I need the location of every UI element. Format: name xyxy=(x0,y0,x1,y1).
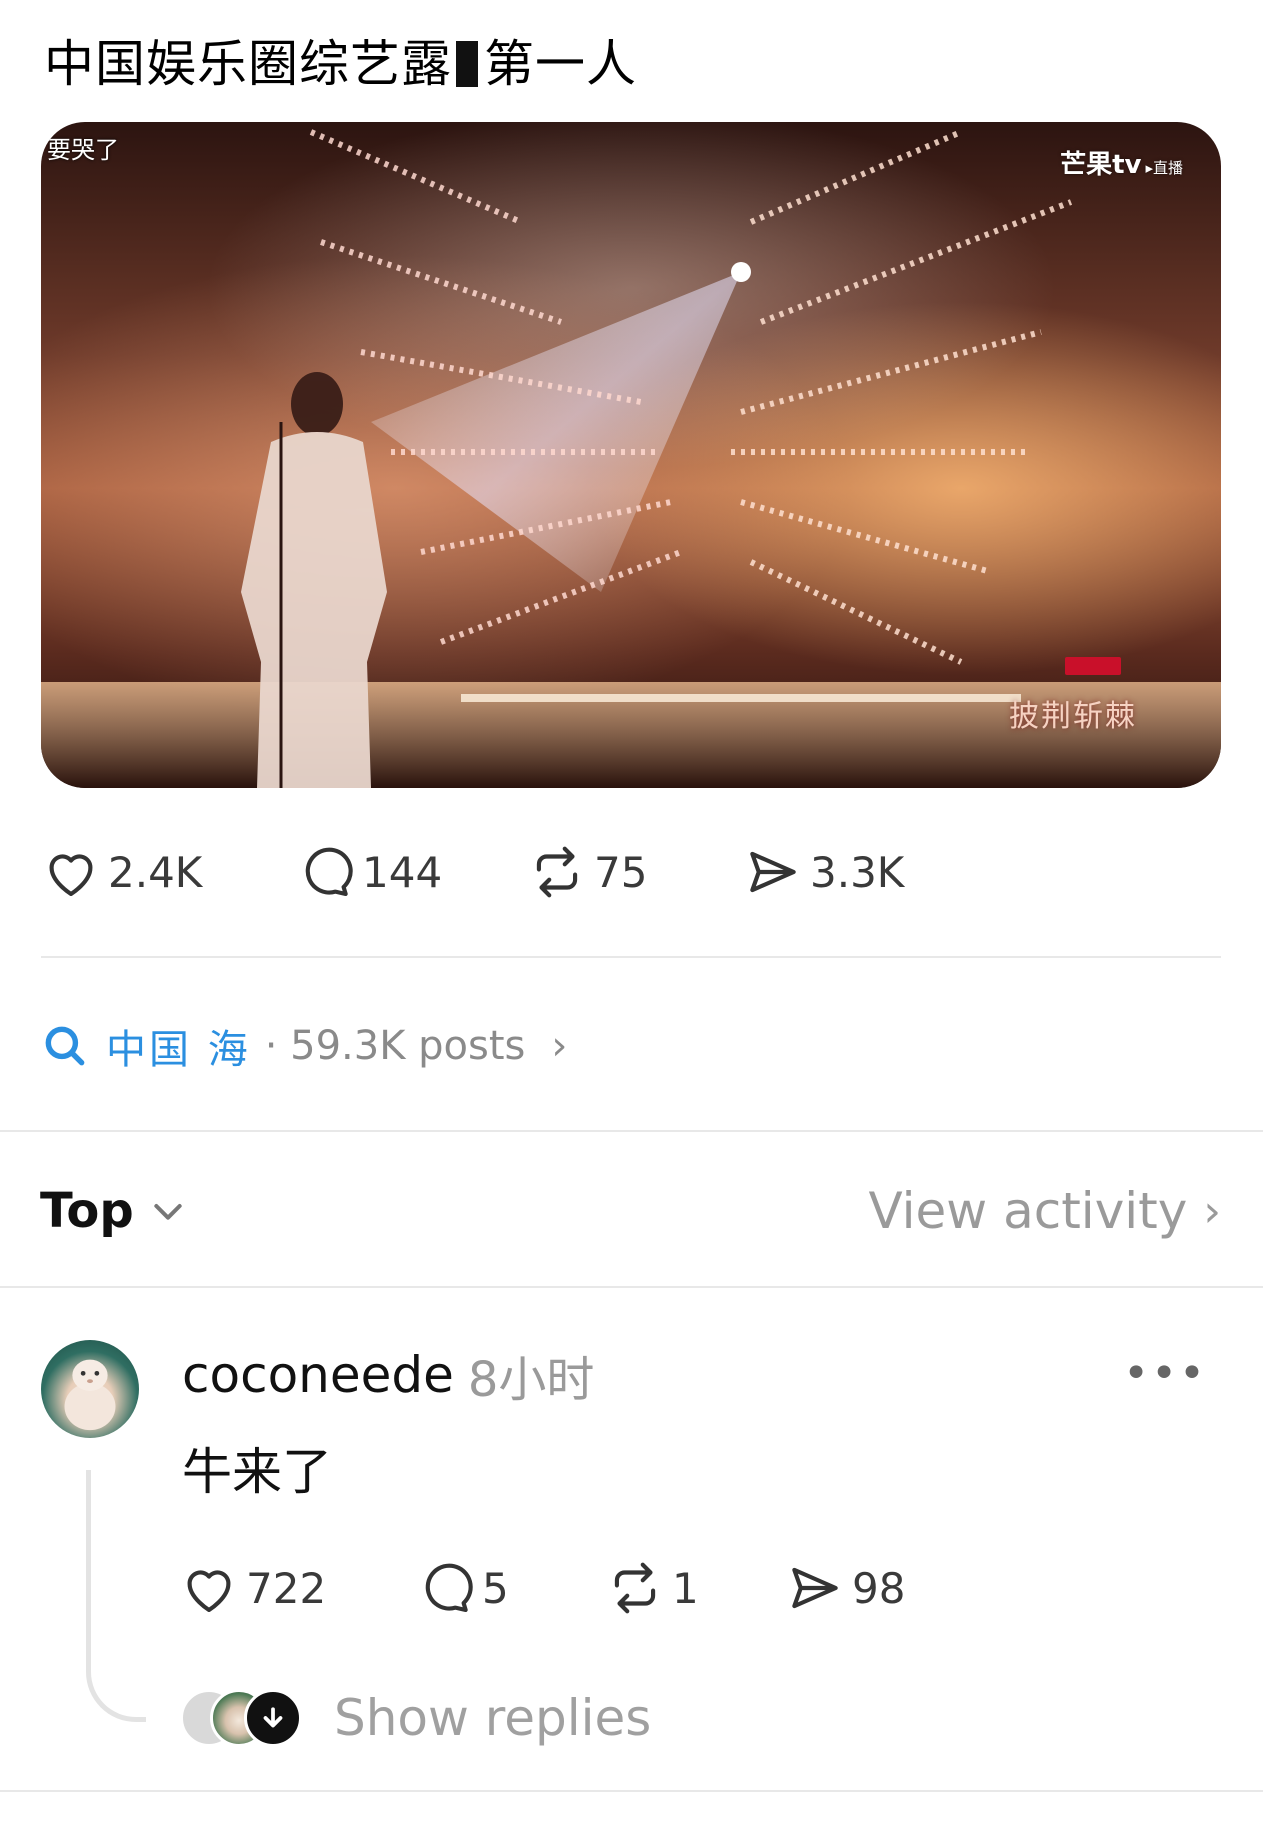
topic-post-count: · 59.3K posts xyxy=(264,1023,526,1069)
share-count: 3.3K xyxy=(810,847,905,897)
divider xyxy=(41,956,1221,958)
repost-icon xyxy=(536,846,578,898)
watermark-tag: ▸直播 xyxy=(1145,159,1183,177)
post-media[interactable]: 要哭了 芒果tv ▸直播 披荆斩棘 xyxy=(41,122,1221,788)
topic-name: 中国 海 xyxy=(106,1027,251,1073)
share-send-icon xyxy=(750,851,796,893)
divider xyxy=(0,1790,1263,1792)
topic-link[interactable]: 中国 海 · 59.3K posts › xyxy=(40,1018,567,1074)
chevron-right-icon: › xyxy=(1203,1185,1221,1237)
sort-dropdown[interactable]: Top xyxy=(40,1178,188,1244)
share-send-icon xyxy=(792,1567,838,1609)
reply-share-count: 98 xyxy=(852,1563,906,1613)
repost-icon xyxy=(614,1562,656,1614)
view-activity-link[interactable]: View activity › xyxy=(869,1178,1221,1244)
show-logo-text: 披荆斩棘 xyxy=(1009,699,1137,734)
like-count: 2.4K xyxy=(108,847,203,897)
reply-like-button[interactable]: 722 xyxy=(178,1560,326,1616)
show-replies-label: Show replies xyxy=(334,1689,652,1747)
post-title-part2: 第一人 xyxy=(484,35,637,93)
reply-username[interactable]: coconeede xyxy=(182,1346,454,1404)
reply-header: coconeede 8小时 xyxy=(182,1340,594,1410)
heart-icon xyxy=(187,1570,231,1613)
search-icon xyxy=(45,1026,85,1066)
mini-avatar xyxy=(244,1689,302,1747)
thread-line xyxy=(86,1470,146,1722)
avatar-image xyxy=(64,1359,116,1431)
post-title-part1: 中国娱乐圈综艺露 xyxy=(44,35,452,93)
share-button[interactable]: 3.3K xyxy=(742,844,904,900)
reply-repost-button[interactable]: 1 xyxy=(604,1560,699,1616)
divider xyxy=(0,1130,1263,1132)
comment-button[interactable]: 144 xyxy=(294,844,442,900)
sponsor-badge xyxy=(1065,657,1121,675)
watermark-text: 芒果tv xyxy=(1060,150,1142,180)
reply-text: 牛来了 xyxy=(182,1443,332,1501)
redaction-mark xyxy=(456,41,478,87)
chevron-down-icon xyxy=(154,1204,182,1220)
divider xyxy=(0,1286,1263,1288)
repost-count: 75 xyxy=(594,847,648,897)
reply-comment-button[interactable]: 5 xyxy=(414,1560,509,1616)
post-title: 中国娱乐圈综艺露 第一人 xyxy=(44,32,637,96)
reply-like-count: 722 xyxy=(246,1563,327,1613)
more-dots-icon[interactable]: ••• xyxy=(1123,1348,1207,1399)
reply-comment-count: 5 xyxy=(482,1563,509,1613)
reply-avatar-stack xyxy=(180,1689,310,1747)
avatar[interactable] xyxy=(41,1340,139,1438)
chevron-right-icon: › xyxy=(551,1023,568,1069)
view-activity-label: View activity xyxy=(868,1182,1188,1240)
comment-bubble-icon xyxy=(425,1563,473,1613)
repost-button[interactable]: 75 xyxy=(526,844,647,900)
heart-icon xyxy=(49,854,93,897)
arrow-down-icon xyxy=(263,1707,283,1728)
like-button[interactable]: 2.4K xyxy=(40,844,202,900)
show-logo: 披荆斩棘 xyxy=(1009,657,1159,747)
sort-label: Top xyxy=(40,1183,134,1239)
reply-share-button[interactable]: 98 xyxy=(784,1560,905,1616)
comment-count: 144 xyxy=(362,847,443,897)
reply-repost-count: 1 xyxy=(672,1563,699,1613)
reply-timestamp: 8小时 xyxy=(467,1352,595,1408)
comment-bubble-icon xyxy=(305,847,353,897)
media-caption: 要哭了 xyxy=(47,136,119,164)
show-replies-button[interactable]: Show replies xyxy=(180,1688,651,1748)
media-watermark: 芒果tv ▸直播 xyxy=(1060,144,1183,181)
